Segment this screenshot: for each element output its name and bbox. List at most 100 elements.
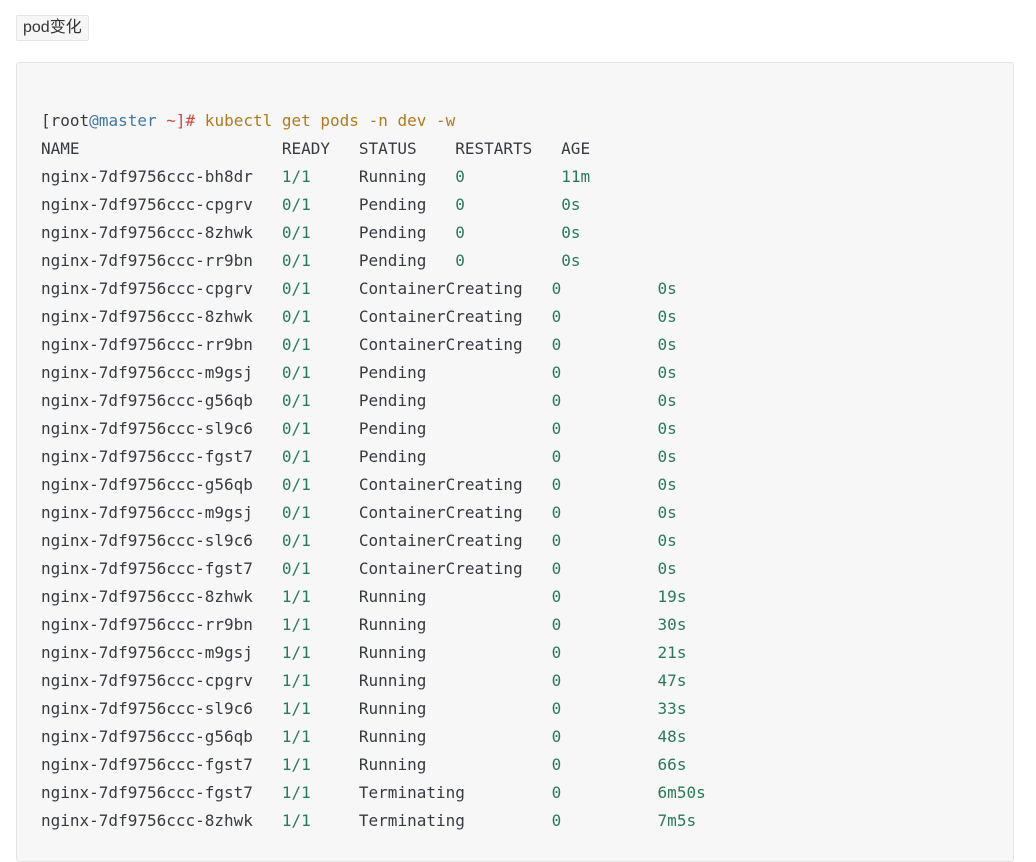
- cell-ready: 0/1: [281, 391, 311, 410]
- table-row: nginx-7df9756ccc-fgst7 1/1 Terminating 0…: [41, 779, 706, 807]
- table-header: NAME READY STATUS RESTARTS AGE: [41, 139, 591, 158]
- cell-status: ContainerCreating: [358, 475, 523, 494]
- cell-status: Running: [358, 587, 427, 606]
- table-row: nginx-7df9756ccc-g56qb 0/1 Pending 0 0s: [41, 387, 706, 415]
- cell-status: Pending: [358, 391, 427, 410]
- cell-ready: 1/1: [281, 783, 311, 802]
- cell-restarts: 0: [455, 167, 465, 186]
- cell-age: 33s: [657, 699, 687, 718]
- cell-status: ContainerCreating: [358, 335, 523, 354]
- cell-name: nginx-7df9756ccc-8zhwk: [41, 307, 253, 326]
- cell-name: nginx-7df9756ccc-sl9c6: [41, 699, 253, 718]
- cell-status: Running: [358, 727, 427, 746]
- cell-name: nginx-7df9756ccc-bh8dr: [41, 167, 253, 186]
- cell-age: 6m50s: [657, 783, 706, 802]
- table-row: nginx-7df9756ccc-g56qb 1/1 Running 0 48s: [41, 723, 706, 751]
- table-row: nginx-7df9756ccc-sl9c6 0/1 ContainerCrea…: [41, 527, 706, 555]
- cell-restarts: 0: [551, 307, 562, 326]
- cell-age: 0s: [657, 307, 677, 326]
- cell-status: Running: [358, 699, 427, 718]
- cell-name: nginx-7df9756ccc-8zhwk: [41, 223, 253, 242]
- cell-restarts: 0: [551, 363, 562, 382]
- table-row: nginx-7df9756ccc-sl9c6 0/1 Pending 0 0s: [41, 415, 706, 443]
- cell-age: 19s: [657, 587, 687, 606]
- cell-age: 0s: [657, 391, 677, 410]
- cell-ready: 0/1: [281, 475, 311, 494]
- cell-ready: 1/1: [281, 699, 311, 718]
- table-row: nginx-7df9756ccc-8zhwk 1/1 Running 0 19s: [41, 583, 706, 611]
- prompt-host: master: [98, 111, 157, 130]
- cell-restarts: 0: [551, 503, 562, 522]
- table-row: nginx-7df9756ccc-g56qb 0/1 ContainerCrea…: [41, 471, 706, 499]
- cell-name: nginx-7df9756ccc-g56qb: [41, 727, 253, 746]
- cell-age: 21s: [657, 643, 687, 662]
- cell-ready: 1/1: [281, 727, 311, 746]
- table-row: nginx-7df9756ccc-fgst7 0/1 ContainerCrea…: [41, 555, 706, 583]
- cell-age: 0s: [657, 559, 677, 578]
- cell-restarts: 0: [551, 559, 562, 578]
- cell-restarts: 0: [455, 251, 465, 270]
- table-row: nginx-7df9756ccc-sl9c6 1/1 Running 0 33s: [41, 695, 706, 723]
- cell-age: 30s: [657, 615, 687, 634]
- cell-name: nginx-7df9756ccc-m9gsj: [41, 363, 253, 382]
- cell-restarts: 0: [551, 643, 562, 662]
- cell-status: ContainerCreating: [358, 559, 523, 578]
- cell-ready: 1/1: [281, 167, 311, 186]
- cell-status: Pending: [358, 363, 427, 382]
- cell-ready: 1/1: [281, 643, 311, 662]
- cell-status: ContainerCreating: [358, 279, 523, 298]
- cell-name: nginx-7df9756ccc-m9gsj: [41, 643, 253, 662]
- cell-status: Pending: [358, 419, 427, 438]
- cell-name: nginx-7df9756ccc-8zhwk: [41, 811, 253, 830]
- cell-status: Pending: [358, 447, 427, 466]
- terminal-output: [root@master ~]# kubectl get pods -n dev…: [41, 107, 706, 835]
- code-block[interactable]: [root@master ~]# kubectl get pods -n dev…: [16, 62, 1014, 862]
- table-row: nginx-7df9756ccc-fgst7 0/1 Pending 0 0s: [41, 443, 706, 471]
- prompt-user: root: [50, 111, 90, 130]
- cell-restarts: 0: [551, 587, 562, 606]
- cell-status: ContainerCreating: [358, 531, 523, 550]
- cell-age: 0s: [657, 363, 677, 382]
- cell-restarts: 0: [551, 783, 562, 802]
- cell-ready: 1/1: [281, 755, 311, 774]
- prompt-hash: #: [185, 111, 196, 130]
- cell-name: nginx-7df9756ccc-8zhwk: [41, 587, 253, 606]
- cell-ready: 0/1: [281, 223, 311, 242]
- section-heading: pod变化: [16, 15, 89, 41]
- cell-name: nginx-7df9756ccc-rr9bn: [41, 615, 253, 634]
- cell-restarts: 0: [455, 223, 465, 242]
- command-line: [root@master ~]# kubectl get pods -n dev…: [41, 107, 706, 135]
- cell-status: ContainerCreating: [358, 503, 523, 522]
- cell-age: 66s: [657, 755, 687, 774]
- cell-restarts: 0: [551, 671, 562, 690]
- table-row: nginx-7df9756ccc-m9gsj 0/1 ContainerCrea…: [41, 499, 706, 527]
- cell-ready: 0/1: [281, 447, 311, 466]
- cell-status: ContainerCreating: [358, 307, 523, 326]
- prompt-at: @: [89, 111, 99, 130]
- table-row: nginx-7df9756ccc-8zhwk 0/1 ContainerCrea…: [41, 303, 706, 331]
- table-row: nginx-7df9756ccc-rr9bn 0/1 Pending 0 0s: [41, 247, 706, 275]
- cell-restarts: 0: [551, 727, 562, 746]
- cell-name: nginx-7df9756ccc-m9gsj: [41, 503, 253, 522]
- prompt-open-bracket: [: [41, 111, 51, 130]
- cell-age: 0s: [657, 335, 677, 354]
- cell-status: Running: [358, 615, 427, 634]
- cell-age: 0s: [657, 503, 677, 522]
- cell-age: 0s: [657, 475, 677, 494]
- cell-ready: 0/1: [281, 279, 311, 298]
- cell-ready: 1/1: [281, 587, 311, 606]
- cell-age: 48s: [657, 727, 687, 746]
- table-row: nginx-7df9756ccc-m9gsj 1/1 Running 0 21s: [41, 639, 706, 667]
- table-row: nginx-7df9756ccc-8zhwk 0/1 Pending 0 0s: [41, 219, 706, 247]
- cell-age: 0s: [561, 195, 581, 214]
- cell-restarts: 0: [551, 615, 562, 634]
- cell-age: 0s: [657, 531, 677, 550]
- cell-restarts: 0: [551, 391, 562, 410]
- cell-restarts: 0: [551, 699, 562, 718]
- prompt-tilde: ~: [166, 111, 176, 130]
- cell-ready: 0/1: [281, 335, 311, 354]
- cell-restarts: 0: [551, 419, 562, 438]
- table-row: nginx-7df9756ccc-m9gsj 0/1 Pending 0 0s: [41, 359, 706, 387]
- cell-restarts: 0: [455, 195, 465, 214]
- table-row: nginx-7df9756ccc-cpgrv 0/1 ContainerCrea…: [41, 275, 706, 303]
